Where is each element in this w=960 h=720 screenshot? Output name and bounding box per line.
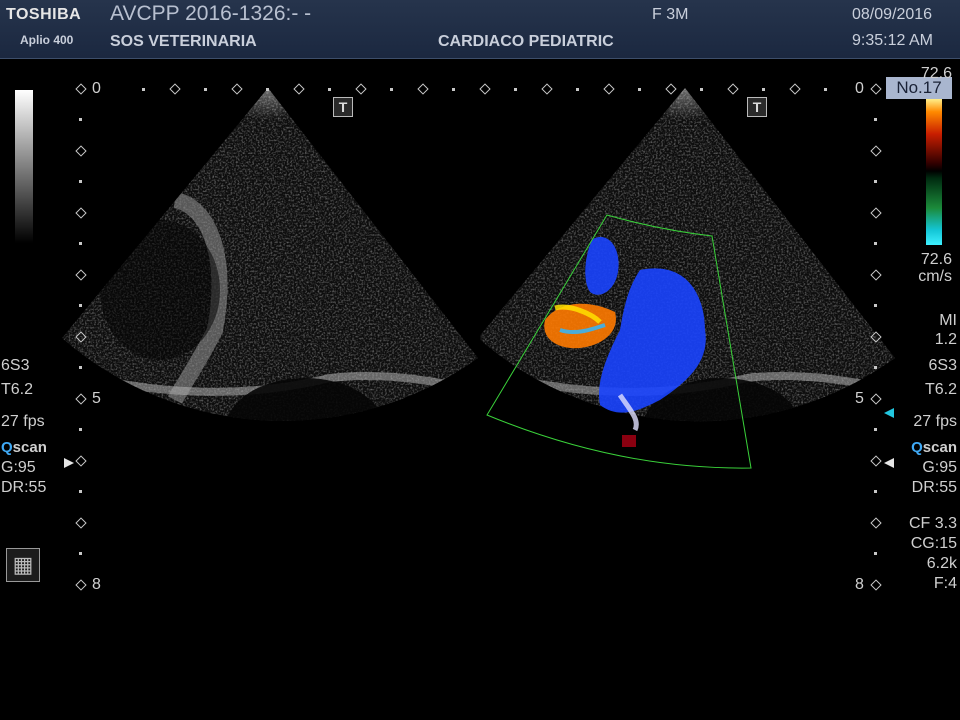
- lateral-tick-minor: [824, 88, 827, 91]
- depth-tick-minor: [79, 366, 82, 369]
- depth-tick-minor: [79, 490, 82, 493]
- lateral-tick-minor: [390, 88, 393, 91]
- depth-tick-minor: [874, 118, 877, 121]
- fps-label-left: 27 fps: [1, 413, 45, 430]
- depth-tick-minor: [874, 490, 877, 493]
- depth-tick-minor: [874, 180, 877, 183]
- color-gain-label: CG:15: [910, 535, 957, 552]
- lateral-tick-minor: [452, 88, 455, 91]
- velocity-max-label: 72.6: [920, 65, 952, 82]
- depth-label-bottom-left: 8: [92, 576, 101, 593]
- probe-label-right: 6S3: [928, 357, 957, 374]
- filter-label: F:4: [933, 575, 957, 592]
- gain-label-right: G:95: [922, 459, 957, 476]
- qscan-label-right: Qscan: [911, 439, 957, 456]
- ultrasound-image-area: [15, 88, 942, 469]
- lateral-tick-minor: [700, 88, 703, 91]
- lateral-tick-minor: [142, 88, 145, 91]
- tis-label-right: T6.2: [924, 381, 957, 398]
- lateral-tick-minor: [328, 88, 331, 91]
- lateral-tick-minor: [576, 88, 579, 91]
- depth-label-bottom-right: 8: [855, 576, 864, 593]
- depth-tick-minor: [79, 118, 82, 121]
- grayscale-bar: [15, 90, 33, 243]
- depth-label-top-right: 0: [855, 80, 864, 97]
- fps-label-right: 27 fps: [913, 413, 957, 430]
- gain-label-left: G:95: [1, 459, 36, 476]
- depth-tick-minor: [874, 242, 877, 245]
- velocity-color-bar: [926, 97, 942, 245]
- lateral-tick-minor: [638, 88, 641, 91]
- bmode-sector-left: [62, 88, 478, 421]
- right-pointer-icon: [884, 458, 894, 468]
- left-pointer-icon: [64, 458, 74, 468]
- lateral-tick-minor: [266, 88, 269, 91]
- depth-tick-minor: [874, 366, 877, 369]
- depth-tick-minor: [79, 180, 82, 183]
- depth-label-mid-left: 5: [92, 390, 101, 407]
- focus-arrow-icon: [884, 408, 894, 418]
- prf-label: 6.2k: [926, 555, 957, 572]
- velocity-min-label: 72.6: [920, 251, 952, 268]
- depth-tick-minor: [79, 304, 82, 307]
- color-frequency-label: CF 3.3: [908, 515, 957, 532]
- depth-tick-minor: [874, 304, 877, 307]
- t-marker-icon: T: [747, 97, 767, 117]
- depth-tick-minor: [79, 428, 82, 431]
- t-marker-icon: T: [333, 97, 353, 117]
- film-icon[interactable]: ▦: [6, 548, 40, 582]
- dynamic-range-label-left: DR:55: [1, 479, 47, 496]
- mi-value: 1.2: [934, 331, 957, 348]
- lateral-tick-minor: [514, 88, 517, 91]
- depth-tick-minor: [874, 428, 877, 431]
- depth-label-top-left: 0: [92, 80, 101, 97]
- dynamic-range-label-right: DR:55: [911, 479, 957, 496]
- depth-tick-minor: [874, 552, 877, 555]
- depth-tick-minor: [79, 242, 82, 245]
- depth-tick-minor: [79, 552, 82, 555]
- lateral-tick-minor: [204, 88, 207, 91]
- mi-label: MI: [939, 312, 957, 329]
- qscan-label-left: Qscan: [1, 439, 47, 456]
- velocity-unit-label: cm/s: [918, 268, 952, 285]
- lateral-tick-minor: [762, 88, 765, 91]
- probe-label-left: 6S3: [1, 357, 30, 374]
- tis-label-left: T6.2: [1, 381, 34, 398]
- depth-label-mid-right: 5: [855, 390, 864, 407]
